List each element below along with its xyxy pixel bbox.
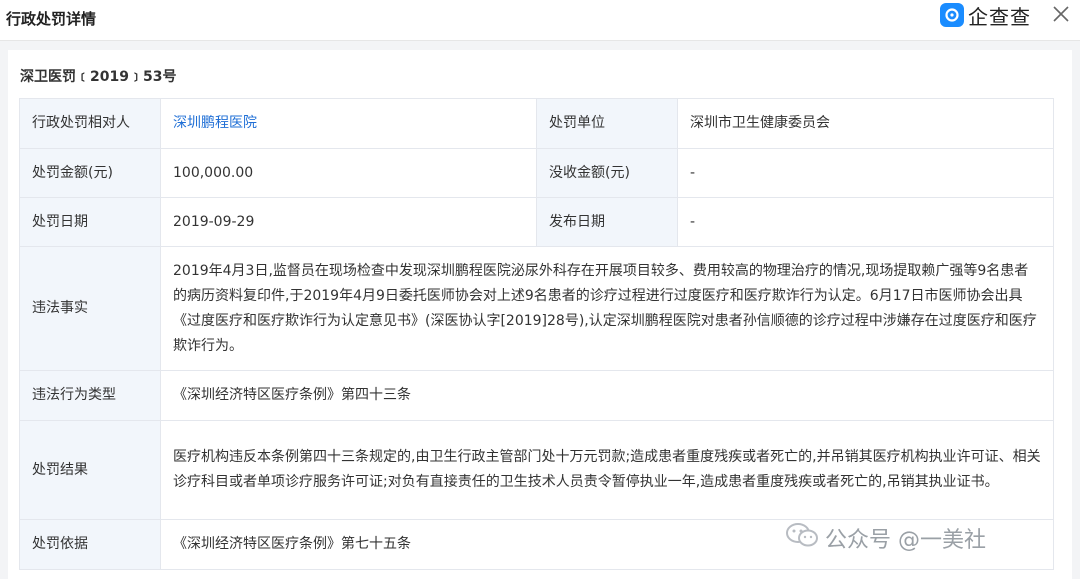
facts-value: 2019年4月3日,监督员在现场检查中发现深圳鹏程医院泌尿外科存在开展项目较多、…	[160, 246, 1054, 371]
publish-date-value: -	[677, 197, 1054, 247]
penalty-detail-table: 行政处罚相对人 深圳鹏程医院 处罚单位 深圳市卫生健康委员会 处罚金额(元) 1…	[19, 98, 1054, 570]
violation-type-value: 《深圳经济特区医疗条例》第四十三条	[160, 370, 1054, 421]
table-row: 违法行为类型 《深圳经济特区医疗条例》第四十三条	[19, 370, 1054, 421]
brand-logo: 企查查	[940, 2, 1031, 29]
party-value: 深圳鹏程医院	[160, 98, 537, 149]
facts-label: 违法事实	[19, 246, 161, 371]
brand-name: 企查查	[968, 4, 1031, 29]
publish-date-label: 发布日期	[536, 197, 678, 247]
basis-label: 处罚依据	[19, 519, 161, 570]
watermark-text: 公众号 @一美社	[825, 528, 986, 553]
table-row: 行政处罚相对人 深圳鹏程医院 处罚单位 深圳市卫生健康委员会	[19, 98, 1054, 149]
violation-type-label: 违法行为类型	[19, 370, 161, 421]
confiscation-value: -	[677, 148, 1054, 198]
fine-value: 100,000.00	[160, 148, 537, 198]
dialog-title: 行政处罚详情	[6, 10, 97, 28]
unit-value: 深圳市卫生健康委员会	[677, 98, 1054, 149]
document-number: 深卫医罚﹝2019﹞53号	[20, 69, 177, 85]
dialog-header: 行政处罚详情 企查查	[0, 0, 1080, 41]
brand-badge-icon	[940, 3, 964, 27]
party-label: 行政处罚相对人	[19, 98, 161, 149]
result-label: 处罚结果	[19, 420, 161, 520]
table-row: 处罚金额(元) 100,000.00 没收金额(元) -	[19, 148, 1054, 198]
unit-label: 处罚单位	[536, 98, 678, 149]
result-value: 医疗机构违反本条例第四十三条规定的,由卫生行政主管部门处十万元罚款;造成患者重度…	[160, 420, 1054, 520]
watermark: 公众号 @一美社	[785, 520, 986, 556]
table-row: 违法事实 2019年4月3日,监督员在现场检查中发现深圳鹏程医院泌尿外科存在开展…	[19, 246, 1054, 371]
party-link[interactable]: 深圳鹏程医院	[173, 115, 257, 131]
date-value: 2019-09-29	[160, 197, 537, 247]
confiscation-label: 没收金额(元)	[536, 148, 678, 198]
date-label: 处罚日期	[19, 197, 161, 247]
fine-label: 处罚金额(元)	[19, 148, 161, 198]
close-icon[interactable]	[1050, 3, 1072, 25]
table-row: 处罚日期 2019-09-29 发布日期 -	[19, 197, 1054, 247]
wechat-icon	[785, 521, 819, 555]
table-row: 处罚结果 医疗机构违反本条例第四十三条规定的,由卫生行政主管部门处十万元罚款;造…	[19, 420, 1054, 520]
